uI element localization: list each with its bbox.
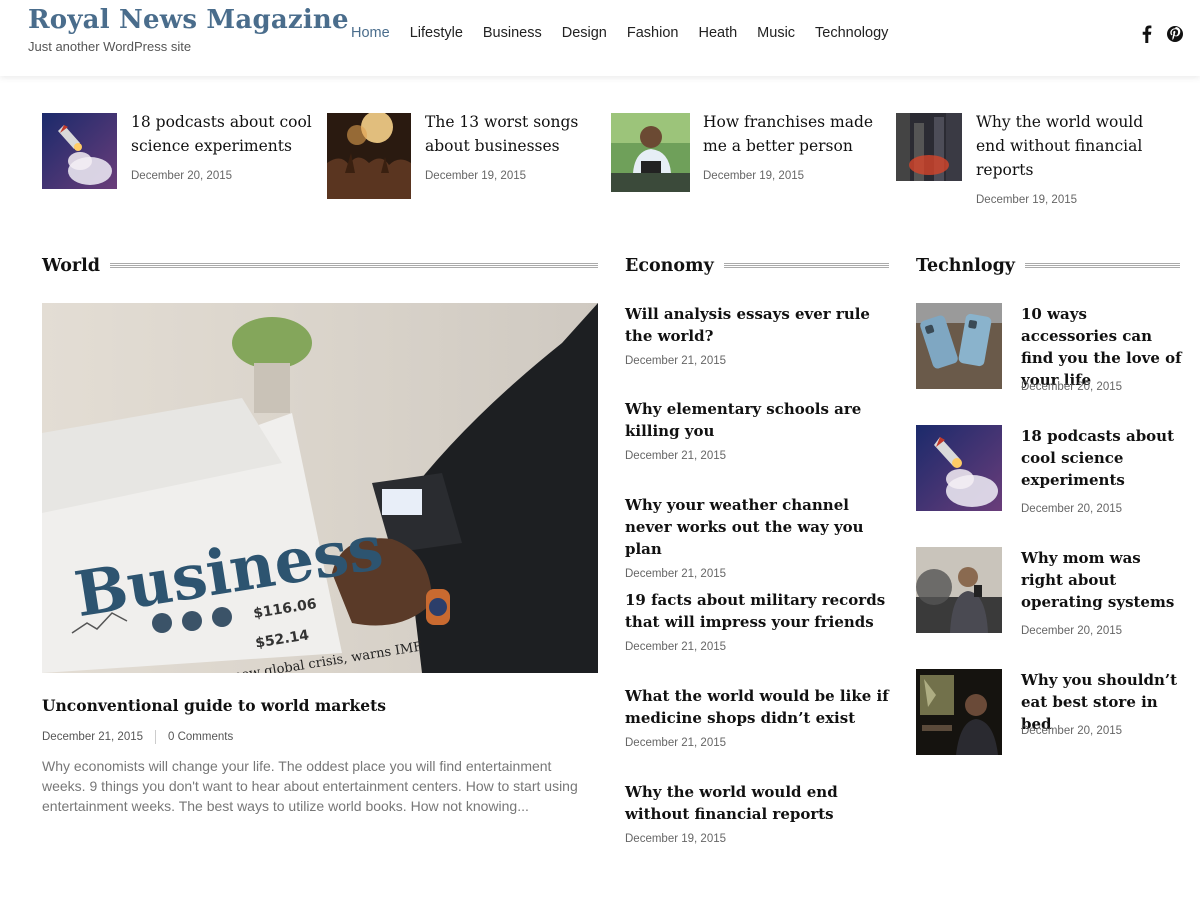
section-heading-economy: Economy [625, 254, 889, 278]
featured-post-image[interactable] [896, 113, 962, 181]
world-post-comments[interactable]: 0 Comments [168, 731, 233, 743]
main-nav: Home Lifestyle Business Design Fashion H… [341, 25, 898, 41]
nav-item-music[interactable]: Music [747, 25, 805, 41]
facebook-icon[interactable] [1138, 24, 1156, 44]
technology-post-date: December 20, 2015 [1021, 503, 1123, 515]
featured-post-date: December 20, 2015 [131, 170, 233, 182]
site-tagline: Just another WordPress site [28, 39, 192, 54]
meta-divider [155, 730, 157, 744]
featured-post-image[interactable] [327, 113, 411, 199]
economy-post[interactable]: What the world would be like if medicine… [625, 685, 895, 749]
economy-post-date: December 21, 2015 [625, 568, 727, 580]
featured-post-date: December 19, 2015 [976, 194, 1078, 206]
nav-item-fashion[interactable]: Fashion [617, 25, 689, 41]
technology-post-date: December 20, 2015 [1021, 381, 1123, 393]
featured-posts: 18 podcasts about cool science experimen… [42, 113, 1182, 213]
economy-post-title[interactable]: Will analysis essays ever rule the world… [625, 303, 895, 347]
economy-post[interactable]: Will analysis essays ever rule the world… [625, 303, 895, 367]
economy-post[interactable]: Why the world would end without financia… [625, 781, 895, 845]
technology-post-image[interactable] [916, 303, 1002, 389]
nav-item-technology[interactable]: Technology [805, 25, 898, 41]
section-title: World [42, 256, 101, 276]
site-title[interactable]: Royal News Magazine [28, 5, 349, 35]
nav-item-lifestyle[interactable]: Lifestyle [400, 25, 473, 41]
technology-post[interactable]: 10 ways accessories can find you the lov… [916, 303, 1186, 393]
economy-post[interactable]: Why your weather channel never works out… [625, 494, 895, 580]
technology-post-title[interactable]: Why mom was right about operating system… [1021, 547, 1186, 613]
technology-post-title[interactable]: 10 ways accessories can find you the lov… [1021, 303, 1186, 391]
economy-post-date: December 21, 2015 [625, 737, 727, 749]
featured-post-date: December 19, 2015 [425, 170, 527, 182]
world-post-meta: December 21, 2015 0 Comments [42, 730, 233, 744]
economy-post-date: December 21, 2015 [625, 450, 727, 462]
featured-post-title[interactable]: 18 podcasts about cool science experimen… [131, 110, 316, 158]
nav-item-business[interactable]: Business [473, 25, 552, 41]
economy-post-title[interactable]: Why your weather channel never works out… [625, 494, 895, 560]
economy-post-date: December 21, 2015 [625, 641, 727, 653]
world-post-image[interactable]: Business $116.06 $52.14 new global crisi… [42, 303, 598, 673]
featured-post-title[interactable]: How franchises made me a better person [703, 110, 881, 158]
world-post-title[interactable]: Unconventional guide to world markets [42, 696, 386, 715]
world-post-excerpt: Why economists will change your life. Th… [42, 758, 578, 814]
technology-post-date: December 20, 2015 [1021, 725, 1123, 737]
technology-post-title[interactable]: 18 podcasts about cool science experimen… [1021, 425, 1186, 491]
world-post-date: December 21, 2015 [42, 731, 144, 743]
section-heading-world: World [42, 254, 598, 278]
technology-post[interactable]: 18 podcasts about cool science experimen… [916, 425, 1186, 515]
nav-item-heath[interactable]: Heath [688, 25, 747, 41]
section-rule [1024, 263, 1180, 269]
pinterest-icon[interactable] [1166, 24, 1184, 44]
technology-post-date: December 20, 2015 [1021, 625, 1123, 637]
technology-post[interactable]: Why mom was right about operating system… [916, 547, 1186, 637]
section-rule [723, 263, 889, 269]
economy-post[interactable]: 19 facts about military records that wil… [625, 589, 895, 653]
technology-post-image[interactable] [916, 547, 1002, 633]
economy-post-date: December 19, 2015 [625, 833, 727, 845]
section-title: Economy [625, 256, 714, 276]
economy-post-title[interactable]: Why the world would end without financia… [625, 781, 895, 825]
featured-post-image[interactable] [611, 113, 690, 192]
social-links [1138, 24, 1184, 44]
featured-post-date: December 19, 2015 [703, 170, 805, 182]
section-title: Technlogy [916, 256, 1015, 276]
featured-post-title[interactable]: The 13 worst songs about businesses [425, 110, 595, 158]
technology-post[interactable]: Why you shouldn’t eat best store in bed … [916, 669, 1186, 759]
nav-item-design[interactable]: Design [552, 25, 617, 41]
section-heading-technology: Technlogy [916, 254, 1180, 278]
economy-post-title[interactable]: 19 facts about military records that wil… [625, 589, 895, 633]
site-header: Royal News Magazine Just another WordPre… [0, 0, 1200, 76]
economy-post-date: December 21, 2015 [625, 355, 727, 367]
nav-item-home[interactable]: Home [341, 25, 400, 41]
featured-post-image[interactable] [42, 113, 117, 189]
technology-post-image[interactable] [916, 425, 1002, 511]
economy-post-title[interactable]: Why elementary schools are killing you [625, 398, 895, 442]
economy-post[interactable]: Why elementary schools are killing you D… [625, 398, 895, 462]
technology-post-image[interactable] [916, 669, 1002, 755]
section-rule [110, 263, 598, 269]
featured-post-title[interactable]: Why the world would end without financia… [976, 110, 1166, 182]
economy-post-title[interactable]: What the world would be like if medicine… [625, 685, 895, 729]
